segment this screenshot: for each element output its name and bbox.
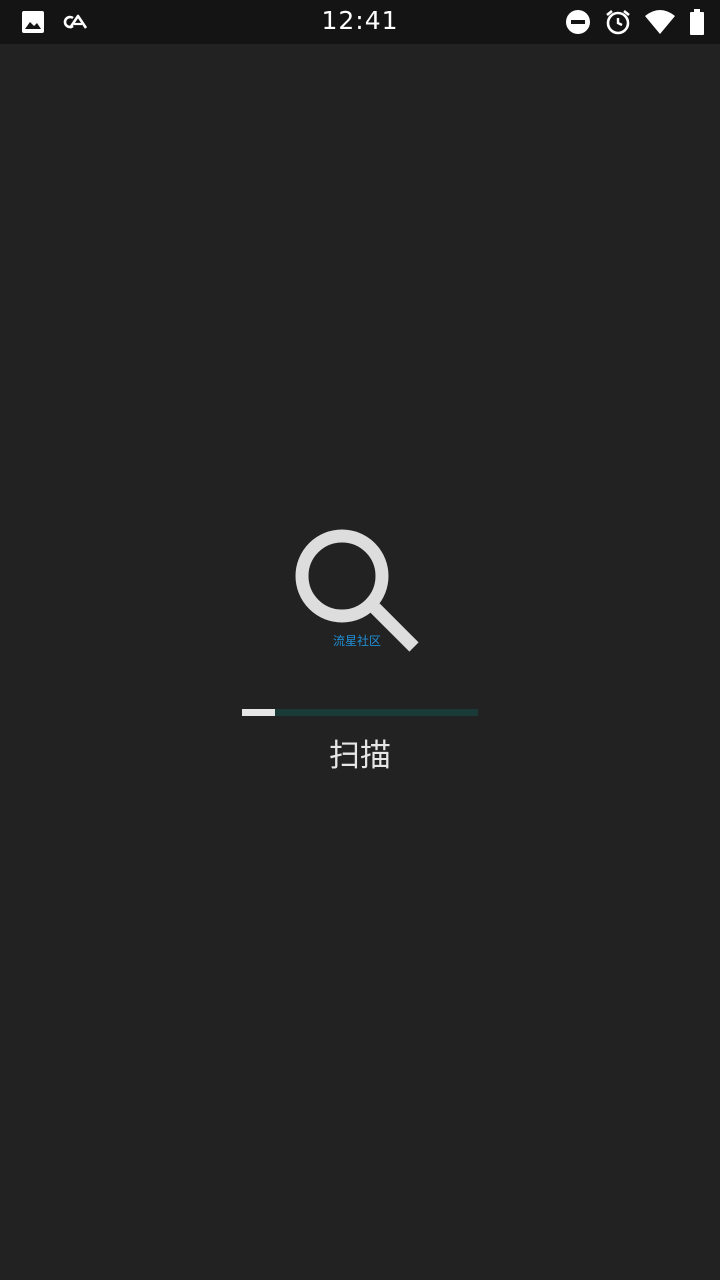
do-not-disturb-icon bbox=[564, 8, 592, 36]
scan-label: 扫描 bbox=[329, 738, 391, 774]
splash-screen: 12:41 流星社区 扫描 bbox=[0, 0, 720, 1280]
progress-bar bbox=[242, 709, 478, 716]
alarm-icon bbox=[604, 8, 632, 36]
splash-content: 流星社区 扫描 bbox=[0, 44, 720, 1280]
progress-fill bbox=[242, 709, 276, 716]
logo-text: 流星社区 bbox=[333, 634, 382, 648]
wifi-icon bbox=[644, 9, 676, 35]
battery-icon bbox=[688, 8, 706, 36]
status-bar: 12:41 bbox=[0, 0, 720, 44]
status-right-icons bbox=[564, 7, 706, 37]
